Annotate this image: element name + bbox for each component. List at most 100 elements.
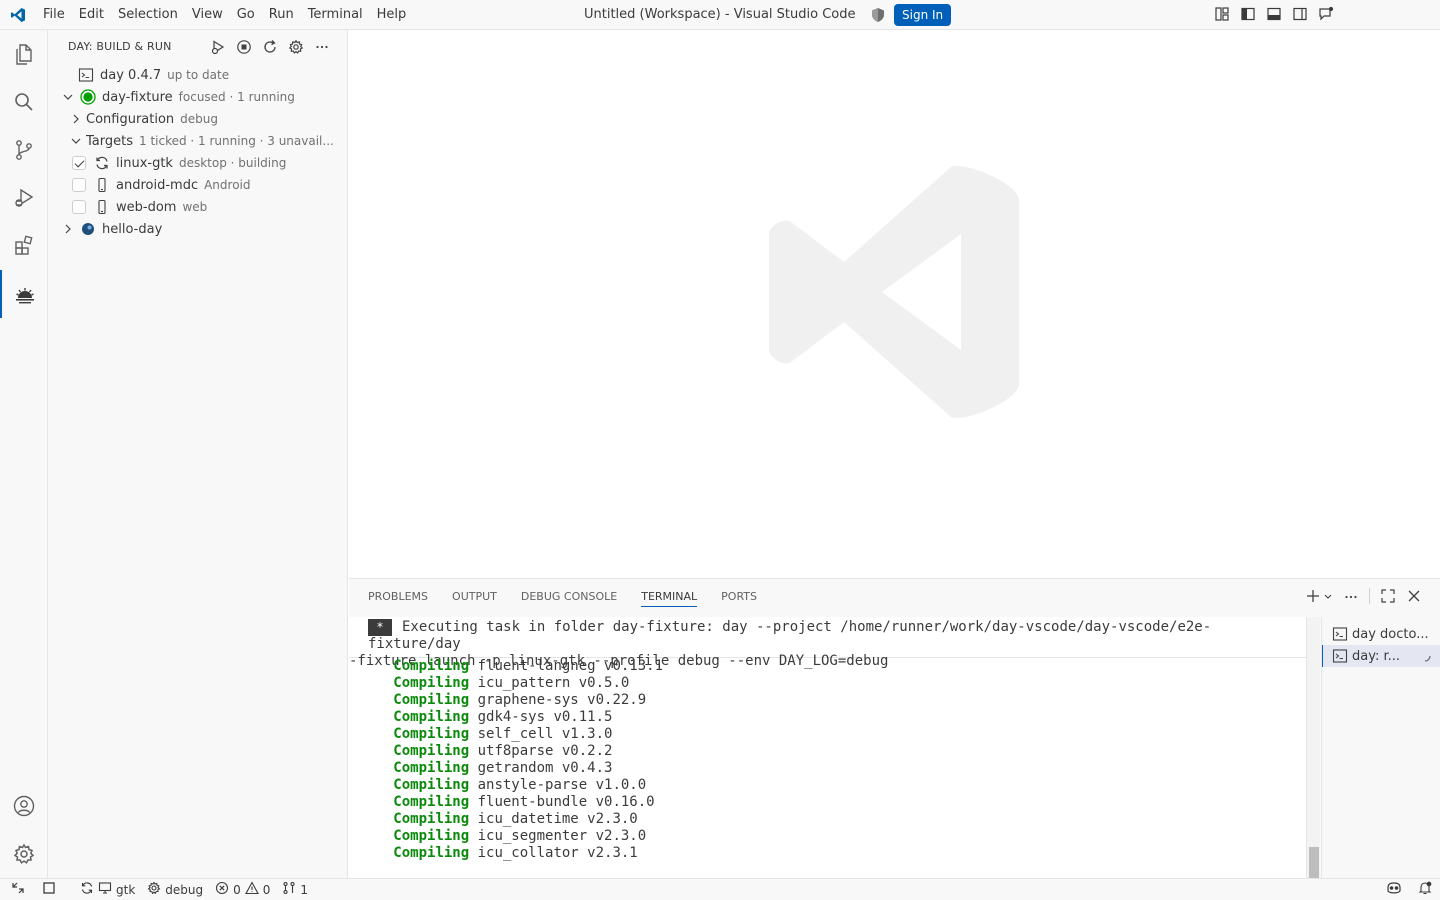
toggle-secondary-sidebar-icon[interactable] [1292, 6, 1308, 22]
day-build-run-icon[interactable] [0, 270, 48, 318]
compile-line: Compiling graphene-sys v0.22.9 [368, 692, 1306, 709]
compile-line: Compiling icu_pattern v0.5.0 [368, 675, 1306, 692]
menu-edit[interactable]: Edit [72, 0, 111, 30]
status-profile[interactable]: debug [141, 879, 209, 900]
status-copilot[interactable] [1380, 879, 1408, 900]
tree-item-target-linux-gtk[interactable]: linux-gtk desktop · building [48, 152, 346, 174]
tab-terminal[interactable]: TERMINAL [641, 579, 697, 614]
day-build-run-view: DAY: BUILD & RUN day 0.4.7 up to date da… [48, 30, 348, 878]
crate-name: icu_pattern v0.5.0 [477, 675, 630, 691]
tree-item-day-cli[interactable]: day 0.4.7 up to date [48, 64, 346, 86]
refresh-icon[interactable] [262, 39, 278, 55]
extensions-icon[interactable] [0, 222, 48, 270]
crate-name: utf8parse v0.2.2 [477, 743, 613, 759]
task-star-marker: * [368, 619, 392, 636]
crate-name: self_cell v1.3.0 [477, 726, 613, 742]
search-icon[interactable] [0, 78, 48, 126]
compile-line: Compiling utf8parse v0.2.2 [368, 743, 1306, 760]
tree-item-day-fixture[interactable]: day-fixture focused · 1 running [48, 86, 346, 108]
compile-keyword: Compiling [393, 828, 470, 844]
menu-file[interactable]: File [36, 0, 72, 30]
accounts-icon[interactable] [0, 782, 48, 830]
panel-toggle[interactable] [36, 879, 62, 900]
chevron-down-icon[interactable] [1323, 588, 1333, 604]
toggle-primary-sidebar-icon[interactable] [1240, 6, 1256, 22]
menu-run[interactable]: Run [262, 0, 301, 30]
close-icon[interactable] [1406, 588, 1422, 604]
tab-debug-console[interactable]: DEBUG CONSOLE [521, 579, 617, 614]
scrollbar-thumb[interactable] [1309, 847, 1319, 879]
terminal-icon [1332, 648, 1348, 664]
terminal-scrollbar[interactable] [1306, 617, 1320, 879]
task-command-line: * Executing task in folder day-fixture: d… [349, 617, 1306, 669]
chevron-down-icon[interactable] [68, 133, 84, 149]
crate-name: icu_segmenter v2.3.0 [477, 828, 647, 844]
compile-keyword: Compiling [393, 692, 470, 708]
chevron-right-icon[interactable] [60, 221, 76, 237]
menu-view[interactable]: View [185, 0, 230, 30]
desktop-icon [98, 881, 112, 898]
status-platform[interactable]: gtk [74, 879, 141, 900]
compile-keyword: Compiling [393, 811, 470, 827]
customize-layout-icon[interactable] [1214, 6, 1230, 22]
terminal-output[interactable]: * Executing task in folder day-fixture: d… [349, 617, 1306, 879]
compile-keyword: Compiling [393, 709, 470, 725]
task-command-text-1: Executing task in folder day-fixture: da… [368, 619, 1212, 652]
tree-item-target-android-mdc[interactable]: android-mdc Android [48, 174, 346, 196]
copilot-icon [1386, 881, 1402, 898]
tab-problems[interactable]: PROBLEMS [368, 579, 428, 614]
tree-item-hello-day[interactable]: hello-day [48, 218, 346, 240]
terminal-tab-day-run[interactable]: day: r... [1322, 645, 1440, 667]
status-notifications[interactable] [1412, 879, 1438, 900]
explorer-icon[interactable] [0, 30, 48, 78]
more-actions-icon[interactable] [1343, 588, 1359, 604]
copilot-shield-icon[interactable] [870, 7, 886, 23]
tree-item-targets[interactable]: Targets 1 ticked · 1 running · 3 unavail… [48, 130, 346, 152]
manage-gear-icon[interactable] [0, 830, 48, 878]
tab-ports[interactable]: PORTS [721, 579, 757, 614]
compile-keyword: Compiling [393, 743, 470, 759]
tree-item-target-web-dom[interactable]: web-dom web [48, 196, 346, 218]
target-checkbox[interactable] [72, 200, 86, 214]
menu-help[interactable]: Help [370, 0, 414, 30]
tab-output[interactable]: OUTPUT [452, 579, 497, 614]
chat-icon[interactable] [1318, 6, 1334, 22]
chevron-right-icon[interactable] [68, 111, 84, 127]
terminal-tab-day-doctor[interactable]: day docto... [1322, 623, 1440, 645]
new-terminal-icon[interactable] [1305, 588, 1321, 604]
run-debug-icon[interactable] [0, 174, 48, 222]
compile-line: Compiling anstyle-parse v1.0.0 [368, 777, 1306, 794]
tree-item-configuration[interactable]: Configuration debug [48, 108, 346, 130]
terminal-icon [78, 67, 94, 83]
target-checkbox[interactable] [72, 178, 86, 192]
maximize-panel-icon[interactable] [1380, 588, 1396, 604]
stop-icon[interactable] [236, 39, 252, 55]
settings-gear-icon[interactable] [288, 39, 304, 55]
status-bar: gtk debug 0 0 1 [0, 878, 1440, 900]
toggle-panel-icon[interactable] [1266, 6, 1282, 22]
chevron-down-icon[interactable] [60, 89, 76, 105]
status-targets-count: 1 [300, 882, 309, 897]
menu-terminal[interactable]: Terminal [301, 0, 370, 30]
remote-indicator[interactable] [0, 879, 36, 900]
menu-selection[interactable]: Selection [111, 0, 185, 30]
run-icon[interactable] [210, 39, 226, 55]
compile-keyword: Compiling [393, 794, 470, 810]
status-targets[interactable]: 1 [276, 879, 314, 900]
source-control-icon[interactable] [0, 126, 48, 174]
editor-area [349, 30, 1440, 578]
compile-line: Compiling icu_collator v2.3.1 [368, 845, 1306, 862]
target-checkbox[interactable] [72, 156, 86, 170]
menu-go[interactable]: Go [230, 0, 262, 30]
status-problems[interactable]: 0 0 [209, 879, 276, 900]
tree-item-description: desktop · building [178, 156, 287, 170]
tree-item-label: Configuration [86, 111, 175, 127]
sign-in-button[interactable]: Sign In [894, 4, 952, 26]
more-actions-icon[interactable] [314, 39, 330, 55]
